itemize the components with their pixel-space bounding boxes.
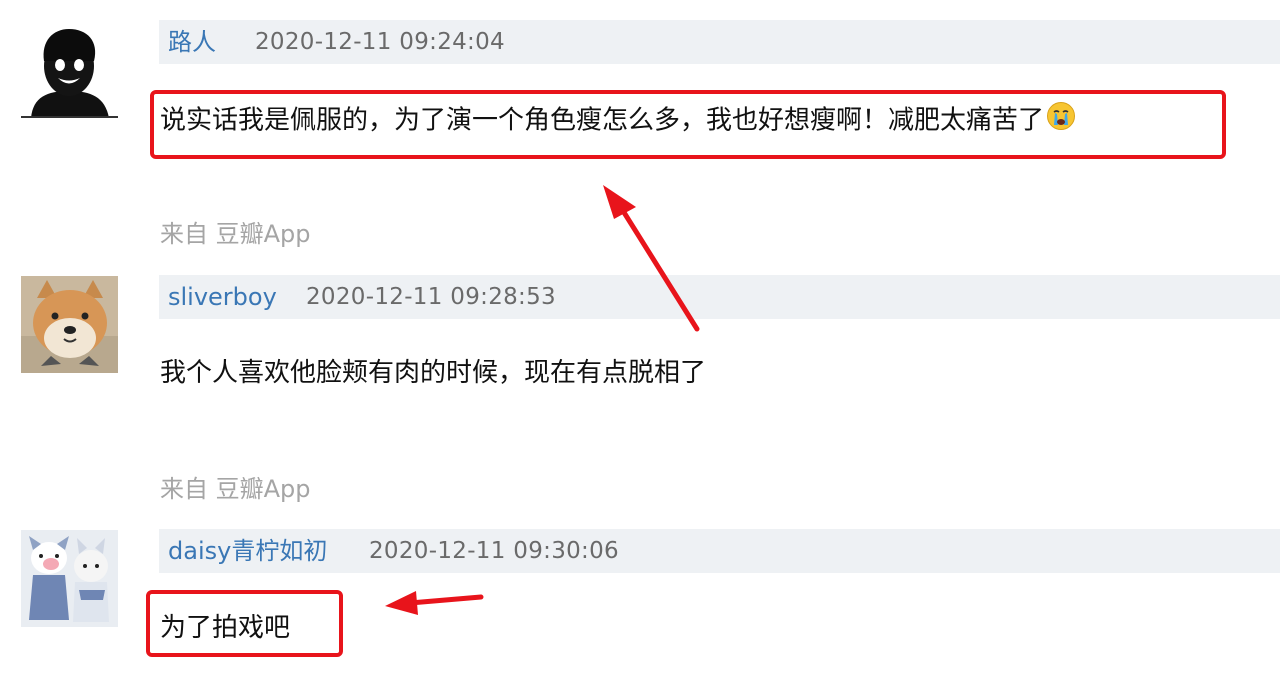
comment-thread: { "comments": [ { "author": "路人", "times… <box>0 0 1280 696</box>
annotation-arrow-up <box>603 185 700 332</box>
annotation-arrow-left <box>385 591 484 615</box>
annotation-arrows <box>385 185 700 615</box>
